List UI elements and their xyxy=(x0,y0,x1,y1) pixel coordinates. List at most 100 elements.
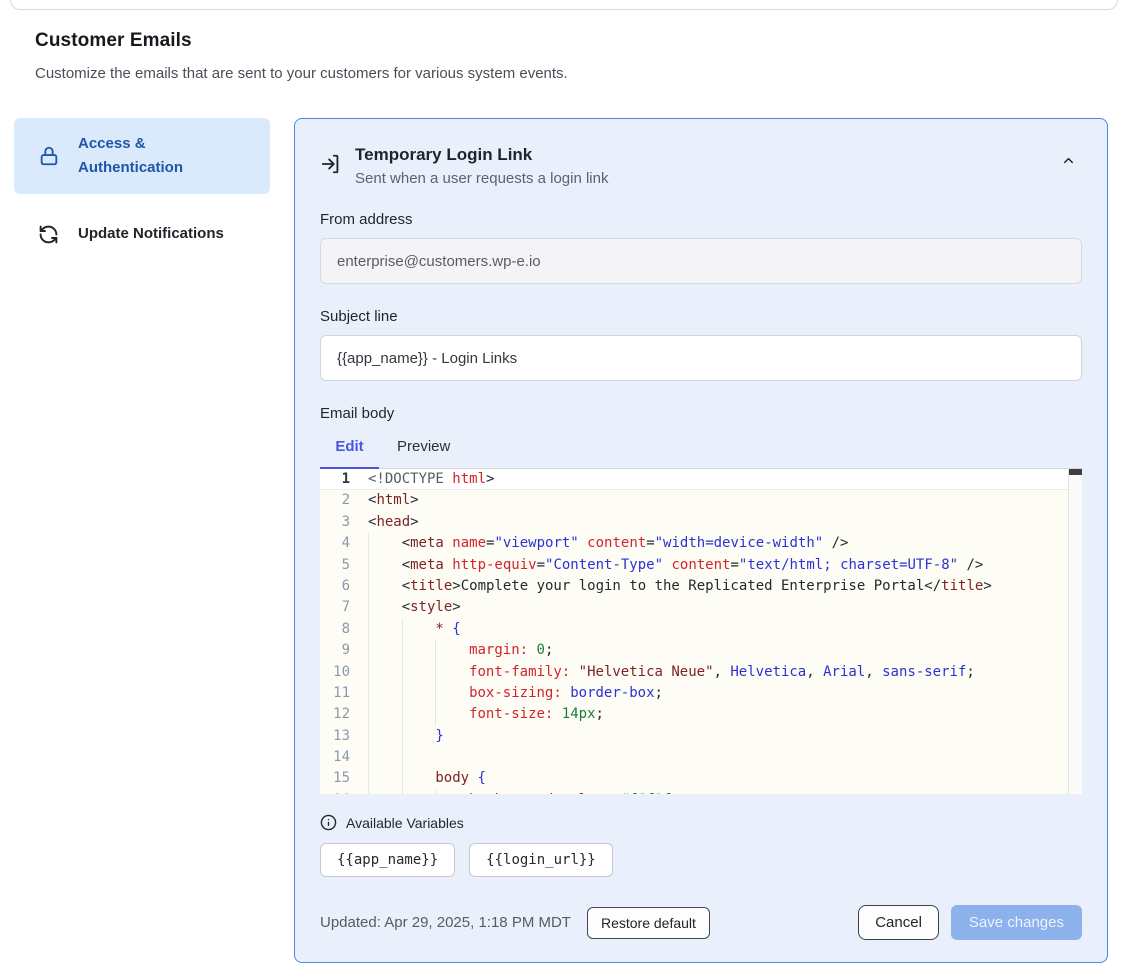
from-address-label: From address xyxy=(320,211,1082,228)
line-number: 6 xyxy=(320,576,350,597)
variable-chip[interactable]: {{app_name}} xyxy=(320,843,455,877)
line-number: 9 xyxy=(320,640,350,661)
available-variables-label: Available Variables xyxy=(346,815,464,831)
line-number: 4 xyxy=(320,533,350,554)
indent-guide xyxy=(402,683,436,704)
email-types-sidebar: Access & Authentication Update Notificat… xyxy=(14,118,270,963)
panel-header: Temporary Login Link Sent when a user re… xyxy=(320,145,1082,187)
sidebar-item-access-authentication[interactable]: Access & Authentication xyxy=(14,118,270,194)
editor-tabbar: Edit Preview xyxy=(320,438,1082,469)
line-number: 8 xyxy=(320,619,350,640)
indent-guide xyxy=(402,704,436,725)
indent-guide xyxy=(368,726,402,747)
page-subtitle: Customize the emails that are sent to yo… xyxy=(35,65,1093,82)
from-address-input[interactable] xyxy=(320,238,1082,284)
line-number: 15 xyxy=(320,768,350,789)
refresh-icon xyxy=(38,223,60,245)
indent-guide xyxy=(368,790,402,794)
editor-scrollbar[interactable] xyxy=(1068,469,1082,794)
indent-guide xyxy=(368,597,402,618)
indent-guide xyxy=(402,726,436,747)
line-number: 11 xyxy=(320,683,350,704)
tab-edit[interactable]: Edit xyxy=(320,438,379,468)
updated-timestamp: Updated: Apr 29, 2025, 1:18 PM MDT xyxy=(320,914,571,931)
indent-guide xyxy=(435,790,469,794)
code-line: 8* { xyxy=(320,619,1082,640)
indent-guide xyxy=(402,662,436,683)
indent-guide xyxy=(368,747,402,768)
cancel-button[interactable]: Cancel xyxy=(858,905,939,940)
code-line: 14 xyxy=(320,747,1082,768)
code-line: 15body { xyxy=(320,768,1082,789)
indent-guide xyxy=(368,555,402,576)
code-line: 10font-family: "Helvetica Neue", Helveti… xyxy=(320,662,1082,683)
save-changes-button[interactable]: Save changes xyxy=(951,905,1082,940)
email-body-label: Email body xyxy=(320,405,1082,422)
line-number: 1 xyxy=(320,469,350,489)
sidebar-item-label: Update Notifications xyxy=(78,222,224,246)
indent-guide xyxy=(368,576,402,597)
indent-guide xyxy=(435,662,469,683)
line-number: 7 xyxy=(320,597,350,618)
code-lines: 1<!DOCTYPE html>2<html>3<head>4<meta nam… xyxy=(320,469,1082,794)
variable-chip[interactable]: {{login_url}} xyxy=(469,843,613,877)
code-line: 13} xyxy=(320,726,1082,747)
code-line: 7<style> xyxy=(320,597,1082,618)
indent-guide xyxy=(368,704,402,725)
line-number: 5 xyxy=(320,555,350,576)
code-line: 6<title>Complete your login to the Repli… xyxy=(320,576,1082,597)
page-header: Customer Emails Customize the emails tha… xyxy=(0,0,1128,82)
indent-guide xyxy=(368,533,402,554)
code-line: 9margin: 0; xyxy=(320,640,1082,661)
subject-line-input[interactable] xyxy=(320,335,1082,381)
code-line: 2<html> xyxy=(320,490,1082,511)
collapse-panel-button[interactable] xyxy=(1055,147,1082,174)
page-title: Customer Emails xyxy=(35,30,1093,52)
subject-line-label: Subject line xyxy=(320,308,1082,325)
line-number: 2 xyxy=(320,490,350,511)
indent-guide xyxy=(368,683,402,704)
info-icon xyxy=(320,814,337,831)
indent-guide xyxy=(402,790,436,794)
indent-guide xyxy=(402,619,436,640)
indent-guide xyxy=(435,704,469,725)
login-icon xyxy=(320,153,342,175)
previous-card-edge xyxy=(10,0,1118,10)
code-line: 16background-color: #f6f9fc; xyxy=(320,790,1082,794)
panel-subtitle: Sent when a user requests a login link xyxy=(355,170,608,187)
indent-guide xyxy=(435,640,469,661)
panel-title-block: Temporary Login Link Sent when a user re… xyxy=(355,145,608,187)
line-number: 10 xyxy=(320,662,350,683)
line-number: 3 xyxy=(320,512,350,533)
indent-guide xyxy=(402,768,436,789)
line-number: 12 xyxy=(320,704,350,725)
indent-guide xyxy=(402,747,436,768)
tab-preview[interactable]: Preview xyxy=(389,438,458,468)
sidebar-item-label: Access & Authentication xyxy=(78,132,254,180)
indent-guide xyxy=(368,619,402,640)
chevron-up-icon xyxy=(1061,153,1076,168)
code-line: 1<!DOCTYPE html> xyxy=(320,469,1082,490)
code-line: 12font-size: 14px; xyxy=(320,704,1082,725)
line-number: 13 xyxy=(320,726,350,747)
code-line: 5<meta http-equiv="Content-Type" content… xyxy=(320,555,1082,576)
temporary-login-link-panel: Temporary Login Link Sent when a user re… xyxy=(294,118,1108,963)
email-body-code-editor[interactable]: 1<!DOCTYPE html>2<html>3<head>4<meta nam… xyxy=(320,469,1082,794)
code-line: 4<meta name="viewport" content="width=de… xyxy=(320,533,1082,554)
editor-scrollbar-thumb[interactable] xyxy=(1069,469,1082,475)
panel-footer: Updated: Apr 29, 2025, 1:18 PM MDT Resto… xyxy=(320,905,1082,940)
line-number: 14 xyxy=(320,747,350,768)
variable-chips: {{app_name}} {{login_url}} xyxy=(320,843,1082,877)
sidebar-item-update-notifications[interactable]: Update Notifications xyxy=(14,208,270,260)
available-variables-header: Available Variables xyxy=(320,814,1082,831)
restore-default-button[interactable]: Restore default xyxy=(587,907,710,939)
code-line: 3<head> xyxy=(320,512,1082,533)
indent-guide xyxy=(402,640,436,661)
indent-guide xyxy=(368,640,402,661)
indent-guide xyxy=(368,768,402,789)
indent-guide xyxy=(435,683,469,704)
lock-icon xyxy=(38,145,60,167)
line-number: 16 xyxy=(320,790,350,794)
indent-guide xyxy=(368,662,402,683)
panel-title: Temporary Login Link xyxy=(355,145,608,165)
